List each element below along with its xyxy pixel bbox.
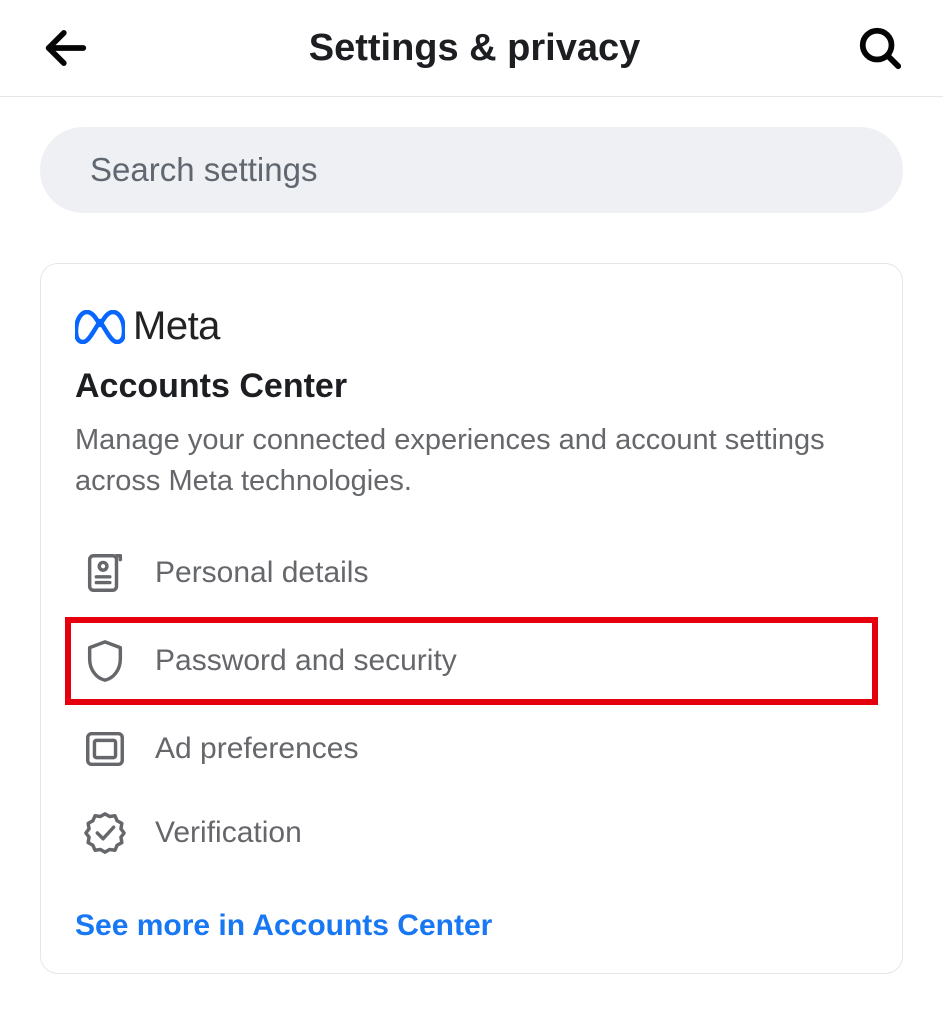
search-icon xyxy=(857,25,903,71)
list-item-label: Ad preferences xyxy=(155,732,358,766)
list-item-label: Verification xyxy=(155,816,302,850)
arrow-left-icon xyxy=(40,22,92,74)
ad-preferences-item[interactable]: Ad preferences xyxy=(75,707,868,791)
list-item-label: Password and security xyxy=(155,644,457,678)
search-settings-input[interactable] xyxy=(40,127,903,213)
page-title: Settings & privacy xyxy=(92,27,857,70)
password-security-item[interactable]: Password and security xyxy=(65,617,878,705)
verification-badge-icon xyxy=(81,809,129,857)
card-description: Manage your connected experiences and ac… xyxy=(75,420,868,501)
meta-brand-text: Meta xyxy=(133,304,220,349)
search-container xyxy=(0,97,943,213)
meta-logo-icon xyxy=(75,310,125,344)
accounts-center-list: Personal details Password and security A… xyxy=(75,531,868,875)
personal-details-icon xyxy=(81,549,129,597)
see-more-link[interactable]: See more in Accounts Center xyxy=(75,909,868,943)
card-title: Accounts Center xyxy=(75,367,868,406)
accounts-center-card: Meta Accounts Center Manage your connect… xyxy=(40,263,903,974)
back-button[interactable] xyxy=(40,22,92,74)
personal-details-item[interactable]: Personal details xyxy=(75,531,868,615)
verification-item[interactable]: Verification xyxy=(75,791,868,875)
shield-icon xyxy=(81,637,129,685)
ad-preferences-icon xyxy=(81,725,129,773)
list-item-label: Personal details xyxy=(155,556,368,590)
meta-brand: Meta xyxy=(75,304,868,349)
header: Settings & privacy xyxy=(0,0,943,97)
search-button[interactable] xyxy=(857,25,903,71)
